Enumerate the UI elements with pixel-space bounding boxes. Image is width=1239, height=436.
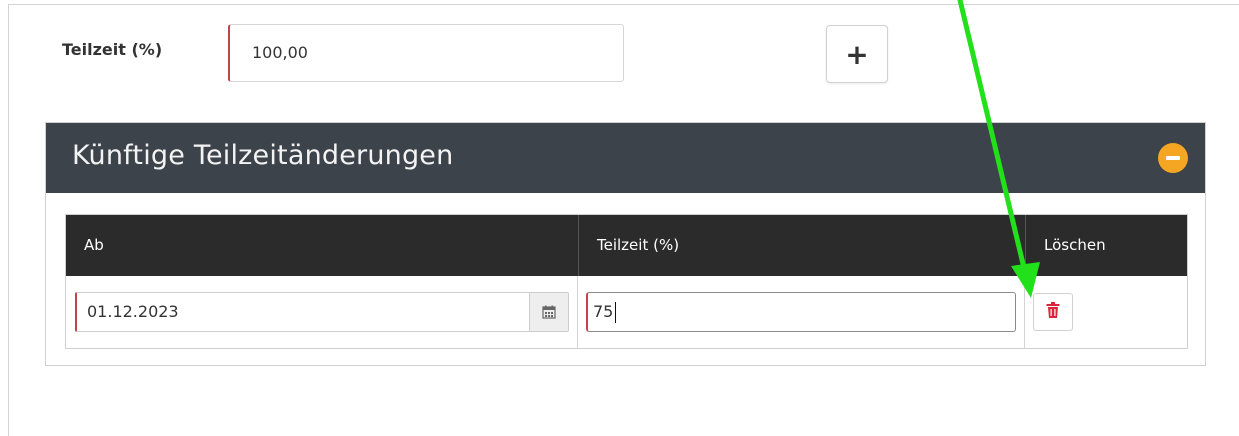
date-value: 01.12.2023 bbox=[87, 302, 179, 321]
collapse-icon[interactable] bbox=[1158, 143, 1188, 173]
teilzeit-label: Teilzeit (%) bbox=[62, 40, 163, 59]
delete-button[interactable] bbox=[1033, 293, 1073, 331]
calendar-icon[interactable] bbox=[529, 293, 568, 331]
cell-divider bbox=[577, 276, 578, 348]
date-field[interactable]: 01.12.2023 bbox=[75, 292, 569, 332]
teilzeit-row-value: 75 bbox=[593, 302, 614, 321]
cell-divider bbox=[1024, 276, 1025, 348]
panel-header: Künftige Teilzeitänderungen bbox=[46, 123, 1205, 193]
frame-border-left bbox=[8, 4, 9, 436]
plus-icon: + bbox=[845, 37, 869, 71]
teilzeit-input[interactable]: 100,00 bbox=[228, 24, 624, 82]
add-button[interactable]: + bbox=[826, 25, 888, 83]
frame-border-top bbox=[8, 4, 1239, 5]
text-cursor bbox=[615, 302, 616, 323]
changes-table: Ab Teilzeit (%) Löschen 01.12.2023 75 bbox=[65, 214, 1188, 349]
column-header-loeschen: Löschen bbox=[1025, 215, 1187, 276]
column-header-ab[interactable]: Ab bbox=[66, 215, 578, 276]
panel-title: Künftige Teilzeitänderungen bbox=[72, 140, 454, 171]
trash-icon bbox=[1046, 302, 1060, 322]
column-header-teilzeit[interactable]: Teilzeit (%) bbox=[578, 215, 1025, 276]
teilzeit-row-input[interactable]: 75 bbox=[586, 292, 1016, 332]
future-changes-panel: Künftige Teilzeitänderungen Ab Teilzeit … bbox=[45, 122, 1206, 366]
